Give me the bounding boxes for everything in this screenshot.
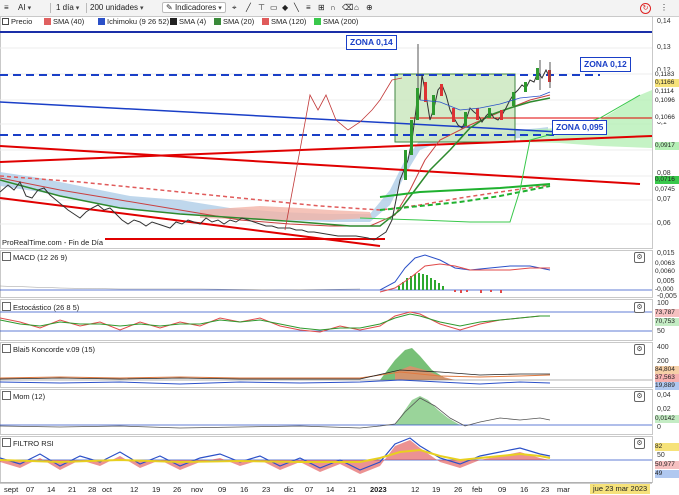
stoch-k-line xyxy=(0,311,550,333)
time-axis-label: 28 xyxy=(88,485,97,494)
koncorde-axis-label: 400 xyxy=(657,344,669,351)
panel-toggle-icon xyxy=(2,252,11,261)
panel-settings-icon[interactable]: ⚙ xyxy=(634,302,645,313)
panel-label-rsi[interactable]: FILTRO RSI xyxy=(2,438,54,448)
macd-line xyxy=(379,254,551,291)
crosshair-date-label: jue 23 mar 2023 xyxy=(590,484,651,494)
panel-toggle-icon xyxy=(2,344,11,353)
stoch-axis-label: 50 xyxy=(657,328,665,335)
time-axis-label: 19 xyxy=(432,485,441,494)
mom-line xyxy=(0,397,551,429)
time-axis-label: 12 xyxy=(411,485,420,494)
rsi-panel-frame xyxy=(0,436,653,483)
zona-0095-label: ZONA 0,095 xyxy=(552,120,608,135)
time-axis-label: oct xyxy=(102,485,113,494)
price-axis-label: 0,13 xyxy=(657,44,671,51)
rsi-tag: 49 xyxy=(655,470,679,478)
panel-settings-icon[interactable]: ⚙ xyxy=(634,252,645,263)
koncorde-orange-line xyxy=(0,371,551,379)
koncorde-tag: 37,563 xyxy=(655,374,679,382)
macd-tag: 0,0063 xyxy=(655,260,675,267)
trendline-upper xyxy=(0,135,653,163)
time-axis-label: sept xyxy=(4,485,19,494)
price-tag: 0,1066 xyxy=(655,114,679,122)
price-axis-label: 0,06 xyxy=(657,220,671,227)
panel-toggle-icon xyxy=(2,438,11,447)
price-axis-label: 0,07 xyxy=(657,196,671,203)
price-tag: 0,1096 xyxy=(655,97,679,105)
koncorde-tag: 84,804 xyxy=(655,366,679,374)
time-axis-label: 07 xyxy=(26,485,35,494)
trendline-mid xyxy=(0,145,641,185)
mom-panel-frame xyxy=(0,389,653,435)
macd-tag: 0,0060 xyxy=(655,268,675,275)
zona-012-label: ZONA 0,12 xyxy=(580,57,631,72)
zona-014-label: ZONA 0,14 xyxy=(346,35,397,50)
source-label: ProRealTime.com - Fin de Día xyxy=(2,238,104,247)
macd-panel-frame xyxy=(0,250,653,298)
rsi-tag: 82 xyxy=(655,443,679,451)
price-tag: 0,0716 xyxy=(655,176,679,184)
koncorde-axis-label: 200 xyxy=(657,358,669,365)
stoch-axis-label: 100 xyxy=(657,300,669,307)
time-axis-label: 26 xyxy=(454,485,463,494)
koncorde-panel-frame xyxy=(0,342,653,388)
time-axis-label: 21 xyxy=(348,485,357,494)
price-axis-label: 0,14 xyxy=(657,18,671,25)
mom-axis-label: 0,02 xyxy=(657,406,671,413)
panel-toggle-icon xyxy=(2,302,11,311)
time-axis-label: 14 xyxy=(47,485,56,494)
time-axis-label: 07 xyxy=(305,485,314,494)
koncorde-blue-line xyxy=(0,379,551,385)
time-axis-label: 21 xyxy=(68,485,77,494)
time-axis-label: feb xyxy=(472,485,483,494)
price-tag-current: 0,1166 xyxy=(655,79,679,87)
time-axis-label: 16 xyxy=(240,485,249,494)
time-axis-label: 09 xyxy=(218,485,227,494)
price-tag: 0,0745 xyxy=(655,186,679,194)
time-axis-label-year: 2023 xyxy=(370,485,387,494)
panel-settings-icon[interactable]: ⚙ xyxy=(634,438,645,449)
panel-label-estocastico[interactable]: Estocástico (26 8 5) xyxy=(2,302,79,312)
mom-axis-label: 0,04 xyxy=(657,392,671,399)
macd-baseline xyxy=(0,285,361,291)
stoch-panel-frame xyxy=(0,299,653,341)
rsi-axis-label: 50 xyxy=(657,452,665,459)
time-axis-label: dic xyxy=(284,485,294,494)
price-tag: 0,1183 xyxy=(655,71,679,79)
price-tag: 0,0917 xyxy=(655,142,679,150)
mom-tag: 0,0142 xyxy=(655,415,679,423)
panel-label-mom[interactable]: Mom (12) xyxy=(2,391,45,401)
macd-axis-label: -0,005 xyxy=(657,293,677,300)
mom-axis-label: 0 xyxy=(657,424,661,431)
time-axis-label: nov xyxy=(191,485,204,494)
stoch-tag: 73,787 xyxy=(655,309,679,317)
panel-label-koncorde[interactable]: Blai5 Koncorde v.09 (15) xyxy=(2,344,95,354)
panel-label-macd[interactable]: MACD (12 26 9) xyxy=(2,252,67,262)
time-axis-label: 26 xyxy=(173,485,182,494)
mom-area xyxy=(395,396,460,425)
time-axis-label: 23 xyxy=(541,485,550,494)
stoch-tag: 70,753 xyxy=(655,318,679,326)
time-axis-label: 19 xyxy=(152,485,161,494)
time-axis-label: 09 xyxy=(498,485,507,494)
price-tag: 0,1114 xyxy=(655,88,679,96)
panel-settings-icon[interactable]: ⚙ xyxy=(634,344,645,355)
time-axis-label: 23 xyxy=(262,485,271,494)
koncorde-tag: 19,889 xyxy=(655,382,679,390)
time-axis-label: 14 xyxy=(326,485,335,494)
panel-settings-icon[interactable]: ⚙ xyxy=(634,391,645,402)
time-axis-label: mar xyxy=(557,485,570,494)
panel-toggle-icon xyxy=(2,391,11,400)
rsi-tag: 50,977 xyxy=(655,461,679,469)
macd-axis-label: 0,005 xyxy=(657,278,675,285)
macd-axis-label: 0,015 xyxy=(657,250,675,257)
time-axis-label: 12 xyxy=(130,485,139,494)
time-axis-label: 16 xyxy=(520,485,529,494)
macd-histogram-red xyxy=(454,290,502,293)
